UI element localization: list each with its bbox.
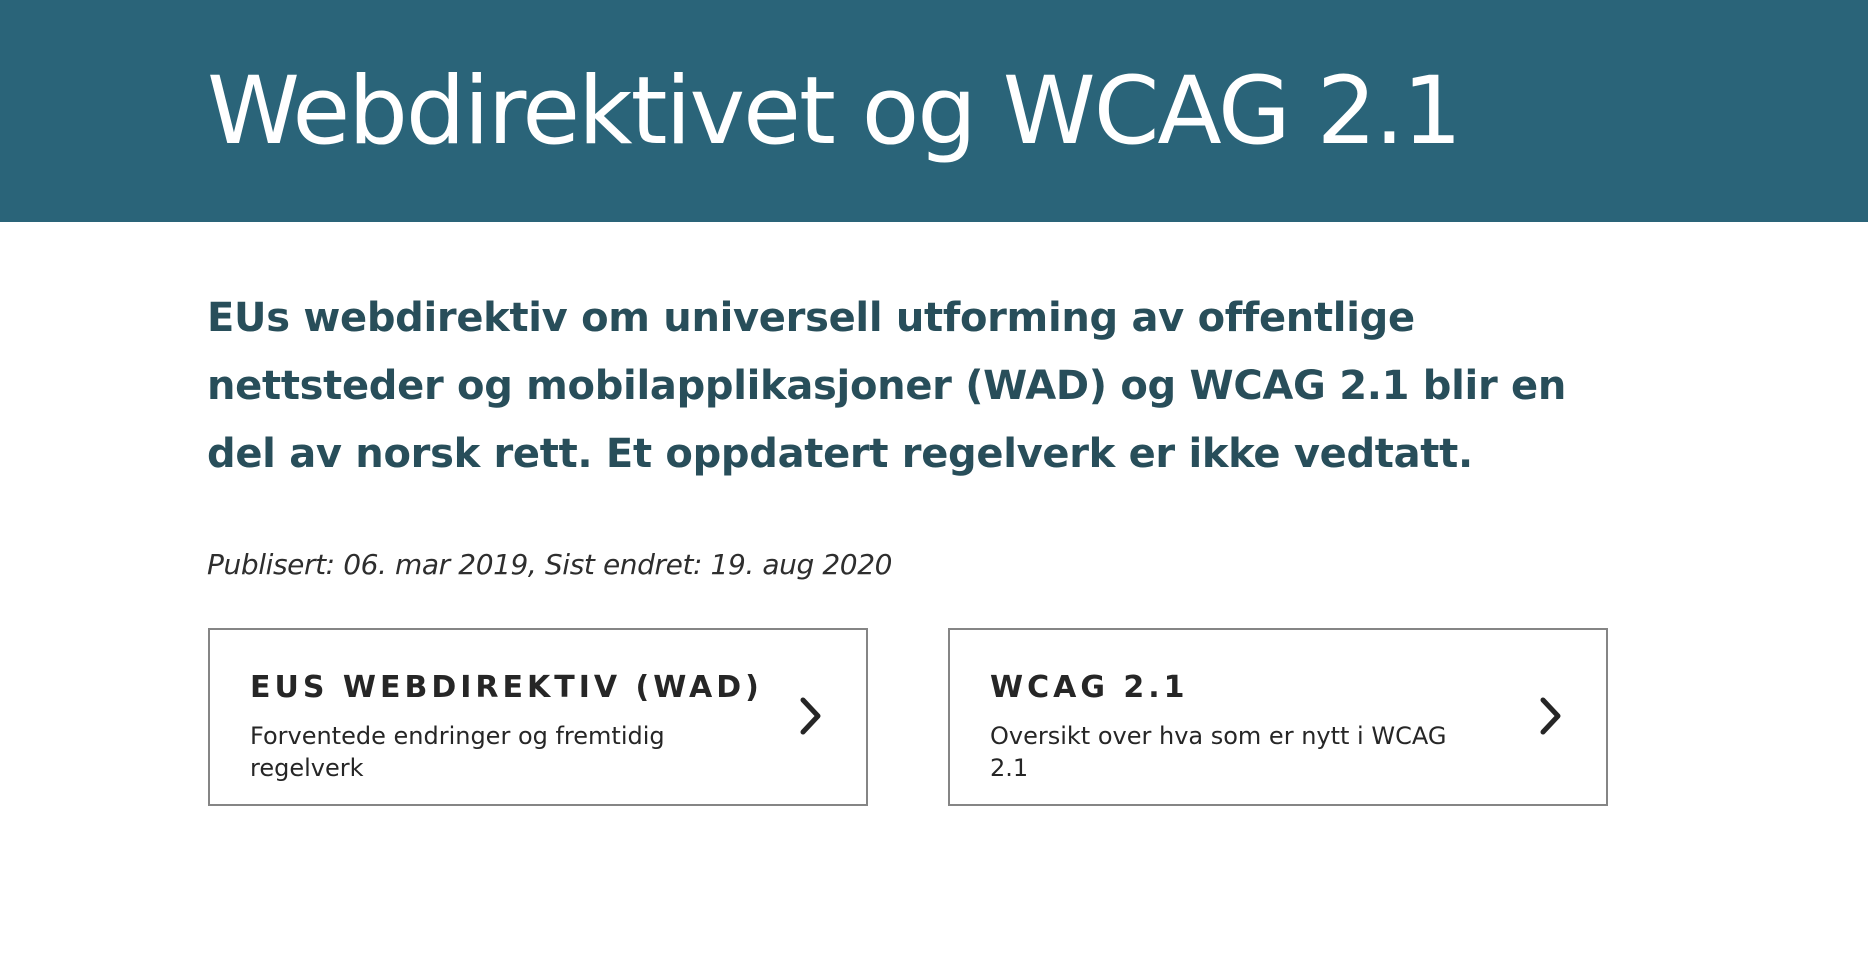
page-header: Webdirektivet og WCAG 2.1 xyxy=(0,0,1868,222)
lead-paragraph: EUs webdirektiv om universell utforming … xyxy=(207,295,1567,477)
publish-date: Publisert: 06. mar 2019, Sist endret: 19… xyxy=(207,548,893,581)
chevron-right-icon xyxy=(800,697,821,735)
card-description: Forventede endringer og fremtidig regelv… xyxy=(250,722,665,782)
card-link-wcag[interactable]: WCAG 2.1 Oversikt over hva som er nytt i… xyxy=(948,628,1608,806)
card-link-webdirektiv[interactable]: EUS WEBDIREKTIV (WAD) Forventede endring… xyxy=(208,628,868,806)
card-title: EUS WEBDIREKTIV (WAD) xyxy=(250,670,763,705)
card-description: Oversikt over hva som er nytt i WCAG 2.1 xyxy=(990,722,1447,782)
page-title: Webdirektivet og WCAG 2.1 xyxy=(207,57,1462,166)
card-title: WCAG 2.1 xyxy=(990,670,1189,705)
chevron-right-icon xyxy=(1540,697,1561,735)
